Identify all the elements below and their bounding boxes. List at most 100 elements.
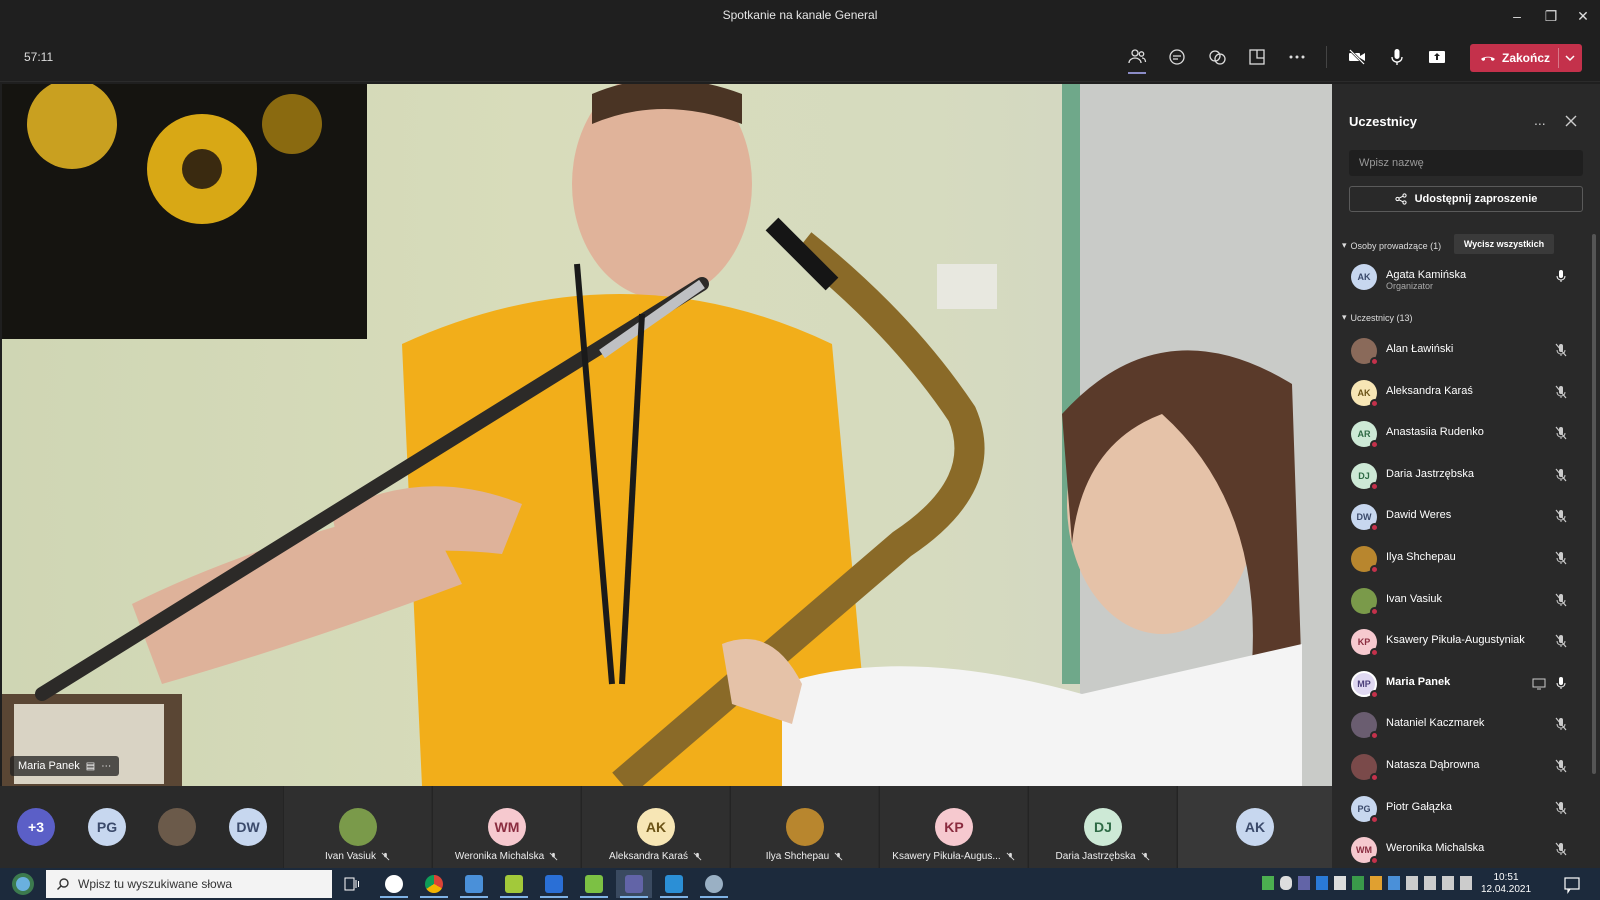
participant-tile[interactable]: DJ Daria Jastrzębska (1028, 786, 1176, 868)
maximize-icon[interactable]: ❐ (1534, 0, 1568, 32)
avatar-photo[interactable] (158, 808, 196, 846)
tray-wifi-icon[interactable] (1424, 876, 1436, 890)
participant-search-input[interactable] (1349, 150, 1583, 176)
mic-on-icon[interactable] (1554, 676, 1568, 690)
participant-row[interactable]: Alan Ławiński (1346, 330, 1586, 370)
share-invite-button[interactable]: Udostępnij zaproszenie (1349, 186, 1583, 212)
participant-row[interactable]: MP Maria Panek (1346, 663, 1586, 703)
chevron-down-icon[interactable] (1562, 50, 1578, 66)
close-window-icon[interactable]: ✕ (1566, 0, 1600, 32)
participant-row[interactable]: AK Agata Kamińska Organizator (1346, 256, 1586, 296)
mic-off-icon[interactable] (1554, 426, 1568, 440)
tray-app-icon[interactable] (1334, 876, 1346, 890)
tray-volume-icon[interactable] (1442, 876, 1454, 890)
end-call-button[interactable]: Zakończ (1470, 44, 1582, 72)
participant-name: Agata Kamińska (1386, 269, 1467, 281)
tray-shield-icon[interactable] (1352, 876, 1364, 890)
participant-row[interactable]: AR Anastasiia Rudenko (1346, 413, 1586, 453)
participant-tile[interactable]: AK Aleksandra Karaś (581, 786, 729, 868)
avatar[interactable]: PG (88, 808, 126, 846)
app-icon-1[interactable] (376, 870, 412, 898)
mic-off-icon[interactable] (1554, 801, 1568, 815)
participant-tile[interactable]: Ilya Shchepau (730, 786, 878, 868)
tray-mic-icon[interactable] (1280, 876, 1292, 890)
attendees-section-header[interactable]: ▾ Uczestnicy (13) (1342, 312, 1413, 323)
tray-network-app-icon[interactable] (1262, 876, 1274, 890)
participant-tile[interactable]: KP Ksawery Pikuła-Augus... (879, 786, 1027, 868)
mic-off-icon (693, 852, 702, 861)
notifications-icon[interactable] (1562, 874, 1582, 894)
tray-app-icon[interactable] (1388, 876, 1400, 890)
participant-row[interactable]: Nataniel Kaczmarek (1346, 704, 1586, 744)
mic-off-icon[interactable] (1554, 385, 1568, 399)
tile-name: Ilya Shchepau (765, 851, 830, 862)
more-actions-icon[interactable] (1280, 40, 1314, 74)
chat-icon[interactable] (1160, 40, 1194, 74)
presence-status-dot (1370, 856, 1379, 866)
mic-off-icon[interactable] (1554, 717, 1568, 731)
spreadsheet-app-icon[interactable] (496, 870, 532, 898)
mic-off-icon[interactable] (1554, 551, 1568, 565)
presenters-section-header[interactable]: ▾ Osoby prowadzące (1) (1342, 240, 1441, 251)
participant-row[interactable]: Ilya Shchepau (1346, 538, 1586, 578)
tray-keyboard-icon[interactable] (1406, 876, 1418, 890)
mic-off-icon (381, 852, 390, 861)
participant-row[interactable]: DJ Daria Jastrzębska (1346, 455, 1586, 495)
breakout-rooms-icon[interactable] (1240, 40, 1274, 74)
start-button[interactable] (6, 871, 40, 897)
participant-row[interactable]: PG Piotr Gałązka (1346, 788, 1586, 828)
mic-off-icon[interactable] (1554, 593, 1568, 607)
participants-icon[interactable] (1120, 40, 1154, 74)
participant-tile[interactable]: Ivan Vasiuk (283, 786, 431, 868)
camera-off-icon[interactable] (1340, 40, 1374, 74)
mic-off-icon[interactable] (1554, 842, 1568, 856)
microphone-icon[interactable] (1380, 40, 1414, 74)
participant-tile[interactable]: AK (1177, 786, 1332, 868)
mail-app-icon[interactable] (536, 870, 572, 898)
tray-app-icon[interactable] (1370, 876, 1382, 890)
avatar[interactable]: DW (229, 808, 267, 846)
reactions-icon[interactable] (1200, 40, 1234, 74)
end-call-divider (1558, 48, 1559, 68)
participant-strip: +3 PG DW Ivan Vasiuk WM Weronika Michals… (0, 786, 1332, 868)
tray-teams-icon[interactable] (1298, 876, 1310, 890)
participant-row[interactable]: DW Dawid Weres (1346, 496, 1586, 536)
participant-row[interactable]: KP Ksawery Pikuła-Augustyniak (1346, 621, 1586, 661)
notes-app-icon[interactable] (576, 870, 612, 898)
participant-row[interactable]: Natasza Dąbrowna (1346, 746, 1586, 786)
overflow-participants-badge[interactable]: +3 (17, 808, 55, 846)
bird-app-icon[interactable] (696, 870, 732, 898)
taskbar-clock[interactable]: 10:51 12.04.2021 (1476, 872, 1536, 896)
mic-off-icon (1141, 852, 1149, 861)
mic-off-icon[interactable] (1554, 343, 1568, 357)
photos-app-icon[interactable] (656, 870, 692, 898)
mic-off-icon[interactable] (1554, 634, 1568, 648)
presence-status-dot (1370, 481, 1379, 491)
participant-row[interactable]: AK Aleksandra Karaś (1346, 372, 1586, 412)
participant-row[interactable]: WM Weronika Michalska (1346, 829, 1586, 869)
task-view-icon[interactable] (334, 870, 370, 898)
tray-pen-icon[interactable] (1460, 876, 1472, 890)
mic-off-icon[interactable] (1554, 759, 1568, 773)
tile-name: Ksawery Pikuła-Augus... (892, 851, 1001, 862)
presence-status-dot (1370, 814, 1379, 824)
toolbar-divider (1326, 46, 1327, 68)
mic-off-icon[interactable] (1554, 509, 1568, 523)
participant-row[interactable]: Ivan Vasiuk (1346, 580, 1586, 620)
taskbar-search-box[interactable]: Wpisz tu wyszukiwane słowa (46, 870, 332, 898)
tray-bluetooth-icon[interactable] (1316, 876, 1328, 890)
mute-all-button[interactable]: Wycisz wszystkich (1454, 234, 1554, 254)
panel-scrollbar[interactable] (1592, 234, 1596, 774)
share-screen-icon[interactable] (1420, 40, 1454, 74)
teams-icon[interactable] (616, 870, 652, 898)
participant-tile[interactable]: WM Weronika Michalska (432, 786, 580, 868)
mic-off-icon[interactable] (1554, 468, 1568, 482)
presence-status-dot (1370, 440, 1379, 450)
chrome-icon[interactable] (416, 870, 452, 898)
mic-on-icon[interactable] (1554, 269, 1568, 283)
document-app-icon[interactable] (456, 870, 492, 898)
minimize-icon[interactable]: – (1500, 0, 1534, 32)
speaker-options-icon[interactable]: ⋯ (101, 761, 111, 772)
panel-more-options-icon[interactable]: ... (1534, 112, 1546, 128)
close-icon[interactable] (1564, 114, 1578, 128)
